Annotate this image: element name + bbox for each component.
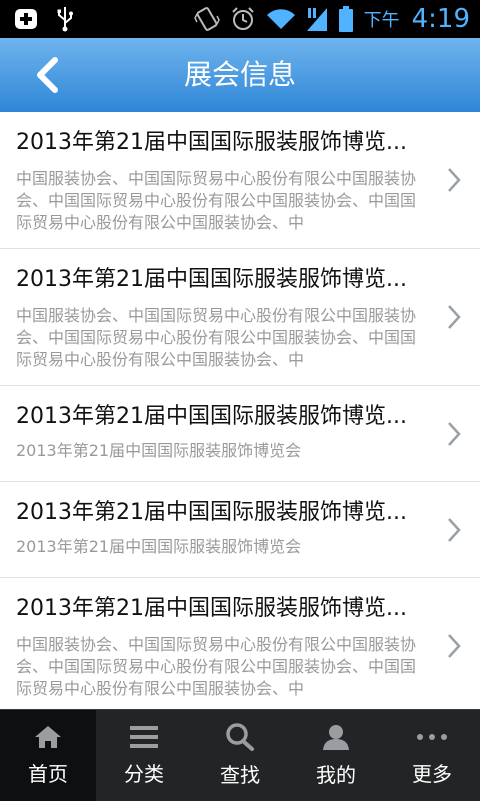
- list-item[interactable]: 2013年第21届中国国际服装服饰博览... 中国服装协会、中国国际贸易中心股份…: [0, 578, 480, 709]
- usb-icon: [56, 6, 74, 32]
- search-icon: [225, 723, 255, 751]
- home-icon: [33, 724, 63, 750]
- chevron-right-icon: [448, 517, 461, 542]
- header-bar: 展会信息: [0, 38, 480, 113]
- user-icon: [321, 723, 351, 751]
- exhibition-list: 2013年第21届中国国际服装服饰博览... 中国服装协会、中国国际贸易中心股份…: [0, 112, 480, 709]
- vibrate-icon: [193, 6, 220, 32]
- tab-label: 首页: [28, 762, 68, 786]
- tab-label: 更多: [412, 762, 452, 786]
- list-icon: [129, 724, 159, 750]
- signal-icon: [306, 6, 328, 32]
- status-bar: 下午 4:19: [0, 0, 480, 38]
- bottom-tab-bar: 首页 分类 查找 我的 更多: [0, 709, 480, 801]
- tab-label: 查找: [220, 763, 260, 787]
- item-description: 中国服装协会、中国国际贸易中心股份有限公中国服装协会、中国国际贸易中心股份有限公…: [16, 306, 417, 369]
- tab-mine[interactable]: 我的: [288, 710, 384, 801]
- chevron-right-icon: [448, 421, 461, 446]
- item-title: 2013年第21届中国国际服装服饰博览...: [16, 130, 407, 155]
- page-title: 展会信息: [183, 58, 296, 91]
- wifi-icon: [266, 7, 296, 31]
- list-item[interactable]: 2013年第21届中国国际服装服饰博览... 中国服装协会、中国国际贸易中心股份…: [0, 112, 480, 249]
- chevron-right-icon: [448, 305, 461, 329]
- list-item[interactable]: 2013年第21届中国国际服装服饰博览... 2013年第21届中国国际服装服饰…: [0, 386, 480, 482]
- tab-home[interactable]: 首页: [0, 710, 96, 801]
- tab-more[interactable]: 更多: [384, 710, 480, 801]
- tab-search[interactable]: 查找: [192, 710, 288, 801]
- tab-category[interactable]: 分类: [96, 710, 192, 801]
- item-description: 中国服装协会、中国国际贸易中心股份有限公中国服装协会、中国国际贸易中心股份有限公…: [16, 169, 417, 232]
- item-title: 2013年第21届中国国际服装服饰博览...: [16, 404, 407, 429]
- battery-icon: [338, 5, 354, 33]
- more-icon: [415, 724, 449, 750]
- tab-label: 分类: [124, 762, 164, 786]
- item-description: 2013年第21届中国国际服装服饰博览会: [16, 537, 302, 556]
- status-time: 4:19: [411, 4, 470, 34]
- status-ampm: 下午: [363, 10, 400, 31]
- back-button[interactable]: [22, 50, 72, 100]
- item-title: 2013年第21届中国国际服装服饰博览...: [16, 267, 407, 292]
- item-description: 中国服装协会、中国国际贸易中心股份有限公中国服装协会、中国国际贸易中心股份有限公…: [16, 635, 417, 698]
- tab-label: 我的: [316, 763, 356, 787]
- item-title: 2013年第21届中国国际服装服饰博览...: [16, 500, 407, 525]
- list-item[interactable]: 2013年第21届中国国际服装服饰博览... 2013年第21届中国国际服装服饰…: [0, 482, 480, 578]
- chevron-right-icon: [448, 168, 461, 192]
- item-description: 2013年第21届中国国际服装服饰博览会: [16, 441, 302, 460]
- chevron-right-icon: [448, 634, 461, 658]
- item-title: 2013年第21届中国国际服装服饰博览...: [16, 596, 407, 621]
- list-item[interactable]: 2013年第21届中国国际服装服饰博览... 中国服装协会、中国国际贸易中心股份…: [0, 249, 480, 386]
- plus-square-icon: [14, 8, 38, 30]
- alarm-icon: [230, 6, 256, 32]
- chevron-left-icon: [34, 57, 60, 93]
